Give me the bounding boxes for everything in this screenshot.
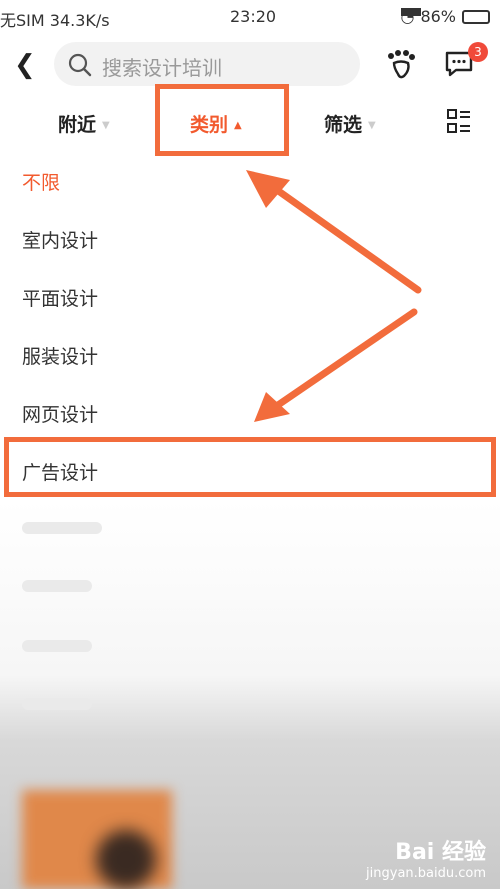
arrow-to-advertising bbox=[274, 308, 418, 409]
annotation-arrows bbox=[246, 170, 422, 422]
watermark-site: jingyan.baidu.com bbox=[366, 866, 486, 881]
baidu-watermark: Bai 经验 jingyan.baidu.com bbox=[366, 834, 486, 881]
arrow-to-category bbox=[266, 181, 422, 294]
arrow-head-up bbox=[246, 170, 290, 208]
watermark-brand: Bai 经验 bbox=[395, 840, 486, 865]
